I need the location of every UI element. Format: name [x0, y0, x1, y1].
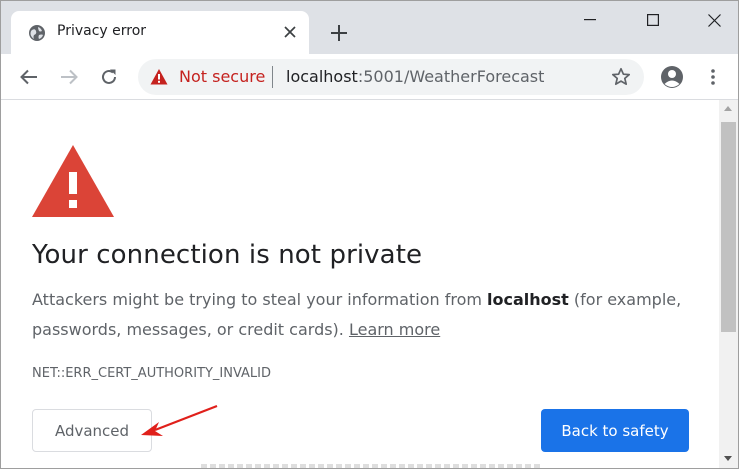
browser-window: Privacy error Not secure localhost:5001/…	[0, 0, 739, 469]
annotation-arrow-icon	[141, 404, 218, 436]
tab-title: Privacy error	[57, 23, 147, 39]
maximize-icon[interactable]	[630, 1, 676, 39]
error-code: NET::ERR_CERT_AUTHORITY_INVALID	[32, 366, 272, 381]
new-tab-plus-icon[interactable]	[328, 22, 350, 44]
url-path: :5001/WeatherForecast	[357, 67, 545, 86]
globe-icon	[29, 25, 45, 41]
tab-privacy-error[interactable]: Privacy error	[11, 11, 309, 54]
learn-more-link[interactable]: Learn more	[349, 320, 440, 339]
profile-icon[interactable]	[660, 65, 684, 89]
page-heading: Your connection is not private	[32, 240, 423, 270]
scroll-down-arrow-icon[interactable]	[724, 456, 732, 461]
url-host: localhost	[286, 67, 358, 86]
back-to-safety-button[interactable]: Back to safety	[541, 409, 689, 452]
vertical-scrollbar[interactable]	[719, 100, 738, 468]
toolbar: Not secure localhost:5001/WeatherForecas…	[1, 54, 738, 100]
url-text[interactable]: localhost:5001/WeatherForecast	[286, 67, 544, 86]
reload-icon[interactable]	[97, 65, 121, 89]
tab-close-icon[interactable]	[281, 23, 299, 41]
tab-strip: Privacy error	[1, 1, 738, 54]
forward-arrow-icon[interactable]	[57, 65, 81, 89]
interstitial-page: Your connection is not private Attackers…	[1, 100, 719, 468]
address-divider	[272, 66, 273, 88]
desc-text-1: Attackers might be trying to steal your …	[32, 290, 488, 309]
not-secure-label[interactable]: Not secure	[179, 67, 265, 86]
warning-icon[interactable]	[150, 68, 168, 86]
desc-host: localhost	[487, 290, 569, 309]
back-arrow-icon[interactable]	[17, 65, 41, 89]
minimize-icon[interactable]	[567, 1, 613, 39]
kebab-menu-icon[interactable]	[701, 65, 725, 89]
scroll-up-arrow-icon[interactable]	[724, 106, 732, 111]
star-icon[interactable]	[611, 67, 631, 87]
address-bar[interactable]: Not secure localhost:5001/WeatherForecas…	[138, 59, 644, 95]
advanced-button[interactable]: Advanced	[32, 409, 152, 452]
danger-triangle-icon	[32, 145, 114, 217]
below-fold-text	[201, 464, 541, 468]
window-close-icon[interactable]	[691, 1, 737, 39]
page-description: Attackers might be trying to steal your …	[32, 285, 682, 345]
scroll-thumb[interactable]	[721, 122, 736, 332]
